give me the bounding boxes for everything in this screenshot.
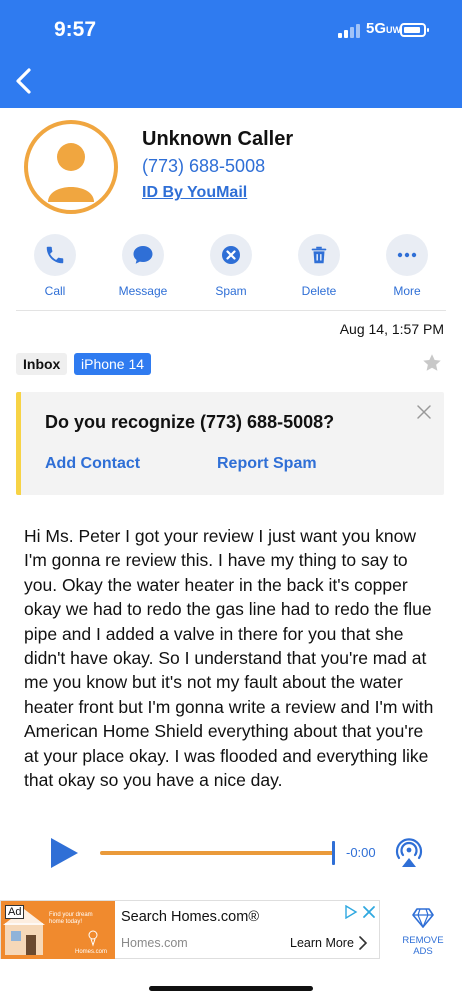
home-indicator xyxy=(149,986,313,991)
tag-device[interactable]: iPhone 14 xyxy=(74,353,152,375)
divider xyxy=(16,310,446,311)
trash-icon xyxy=(311,246,327,264)
battery-icon xyxy=(400,23,429,37)
more-button[interactable]: More xyxy=(375,234,439,298)
ad-image-text: Find your dream home today! xyxy=(49,912,93,925)
ad-title[interactable]: Search Homes.com® xyxy=(121,909,259,925)
ad-banner[interactable]: Ad Find your dream home today! Homes.com… xyxy=(0,900,380,959)
chevron-right-icon[interactable] xyxy=(358,936,368,950)
progress-thumb[interactable] xyxy=(332,841,335,865)
back-chevron-icon[interactable] xyxy=(10,66,40,96)
play-icon[interactable] xyxy=(48,836,80,870)
recognize-card: Do you recognize (773) 688-5008? Add Con… xyxy=(16,392,444,495)
playback-time: -0:00 xyxy=(346,845,376,860)
remove-ads-button[interactable]: REMOVE ADS xyxy=(398,908,448,957)
star-icon[interactable] xyxy=(421,352,443,374)
signal-icon xyxy=(338,24,362,38)
caller-phone[interactable]: (773) 688-5008 xyxy=(142,156,265,177)
more-dots-icon xyxy=(397,252,417,258)
avatar xyxy=(24,120,118,214)
progress-track[interactable] xyxy=(100,851,334,855)
report-spam-button[interactable]: Report Spam xyxy=(217,455,317,473)
voicemail-transcript: Hi Ms. Peter I got your review I just wa… xyxy=(24,526,434,791)
message-button[interactable]: Message xyxy=(111,234,175,298)
status-time: 9:57 xyxy=(54,18,97,41)
top-bar: 9:57 5GUW xyxy=(0,0,462,108)
ad-choices-icon[interactable] xyxy=(344,905,376,919)
network-indicator: 5GUW xyxy=(366,20,402,37)
spam-x-icon xyxy=(222,246,240,264)
spam-button[interactable]: Spam xyxy=(199,234,263,298)
caller-name: Unknown Caller xyxy=(142,128,294,150)
recognize-question: Do you recognize (773) 688-5008? xyxy=(45,412,335,432)
ad-image-logo: Homes.com xyxy=(75,949,108,955)
airplay-icon[interactable] xyxy=(392,836,426,868)
tag-inbox[interactable]: Inbox xyxy=(16,353,68,375)
message-bubble-icon xyxy=(133,246,153,264)
diamond-icon xyxy=(412,908,434,929)
delete-button[interactable]: Delete xyxy=(287,234,351,298)
message-label: Message xyxy=(118,284,168,298)
caller-id-link[interactable]: ID By YouMail xyxy=(142,184,247,202)
call-button[interactable]: Call xyxy=(23,234,87,298)
ad-domain: Homes.com xyxy=(121,936,188,950)
phone-icon xyxy=(46,246,64,264)
ad-image[interactable]: Ad Find your dream home today! Homes.com xyxy=(1,901,115,959)
remove-ads-label: REMOVE ADS xyxy=(402,935,444,957)
message-date: Aug 14, 1:57 PM xyxy=(339,321,444,337)
more-label: More xyxy=(393,284,421,298)
call-label: Call xyxy=(44,284,66,298)
delete-label: Delete xyxy=(301,284,337,298)
spam-label: Spam xyxy=(215,284,247,298)
add-contact-button[interactable]: Add Contact xyxy=(45,455,140,473)
person-icon xyxy=(48,143,94,202)
ad-badge: Ad xyxy=(5,905,25,919)
close-icon[interactable] xyxy=(416,404,432,420)
ad-learn-more-button[interactable]: Learn More xyxy=(290,936,354,950)
